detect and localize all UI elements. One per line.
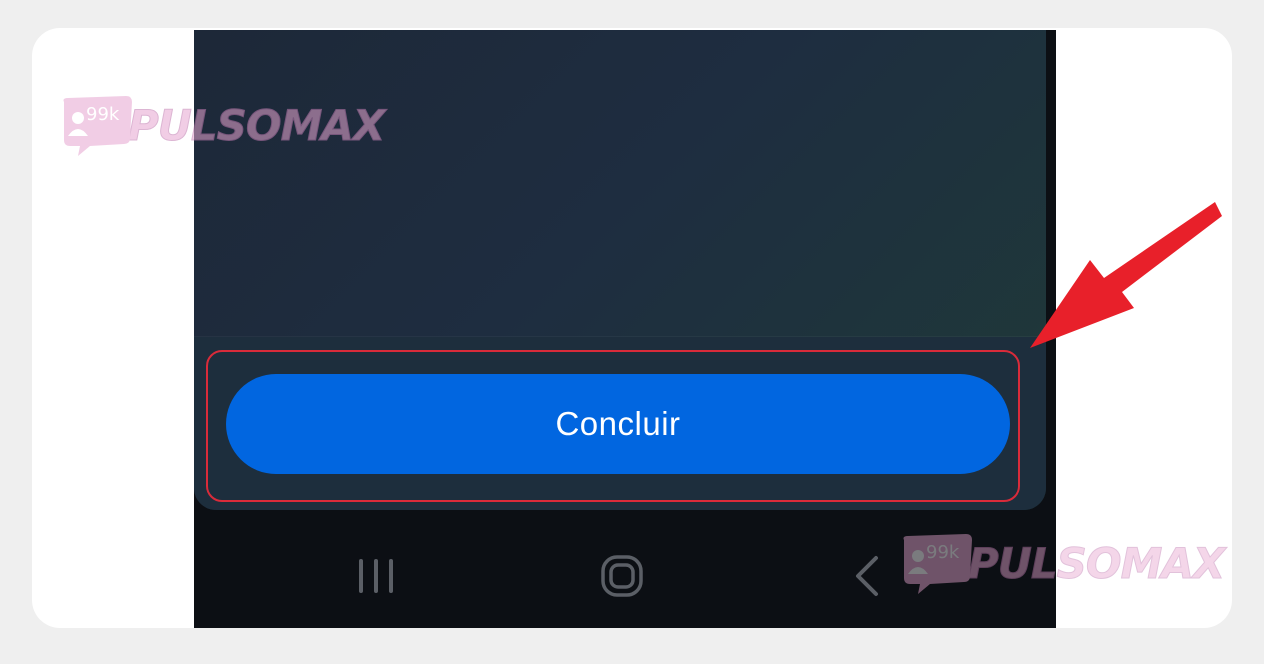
nav-home-button[interactable] [592,546,652,606]
watermark-logo: 99k PULSOMAX [896,530,1226,596]
watermark-brand: PULSOMAX [967,538,1225,588]
nav-back-button[interactable] [838,546,898,606]
nav-recents-button[interactable] [346,546,406,606]
watermark-badge-count: 99k [86,104,120,125]
profile-badge-icon [903,534,972,594]
red-arrow-pointer [1030,202,1222,348]
concluir-button[interactable]: Concluir [226,374,1010,474]
profile-badge-icon [63,96,132,156]
watermark-logo: 99k PULSOMAX [56,92,386,158]
watermark-brand: PULSOMAX [127,100,385,150]
watermark-badge-count: 99k [926,542,960,563]
recents-icon [359,559,393,593]
watermark-badge: 99k [56,92,134,158]
watermark-badge: 99k [896,530,974,596]
home-icon [601,555,643,597]
back-icon [856,556,878,596]
